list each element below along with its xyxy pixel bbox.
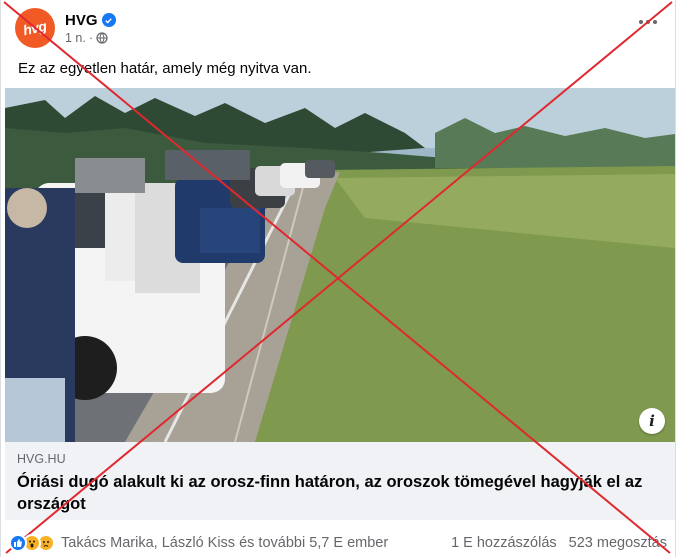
verified-badge-icon (101, 13, 116, 27)
link-domain: HVG.HU (17, 452, 66, 466)
link-preview-card[interactable]: HVG.HU Óriási dugó alakult ki az orosz-f… (5, 442, 675, 520)
reactor-names[interactable]: Takács Marika, László Kiss és további 5,… (61, 535, 388, 551)
globe-icon[interactable] (96, 31, 108, 44)
comment-count[interactable]: 1 E hozzászólás (451, 535, 557, 551)
share-count[interactable]: 523 megosztás (569, 535, 667, 551)
facebook-post: hvg HVG 1 n. · Ez az egyetlen határ, ame… (0, 0, 676, 557)
page-name-link[interactable]: HVG (65, 12, 98, 29)
more-options-icon[interactable] (639, 20, 657, 24)
like-icon (9, 534, 27, 552)
post-timestamp[interactable]: 1 n. (65, 31, 86, 45)
border-traffic-photo (5, 88, 675, 442)
name-row: HVG (65, 12, 116, 29)
page-avatar[interactable]: hvg (15, 8, 55, 48)
info-icon[interactable]: i (639, 408, 665, 434)
post-header: hvg HVG 1 n. · (15, 8, 116, 48)
link-title[interactable]: Óriási dugó alakult ki az orosz-finn hat… (17, 471, 663, 515)
link-preview-image[interactable]: i (5, 88, 675, 442)
reaction-summary[interactable]: Takács Marika, László Kiss és további 5,… (9, 534, 388, 552)
post-footer: Takács Marika, László Kiss és további 5,… (9, 530, 667, 556)
timestamp-row: 1 n. · (65, 31, 116, 45)
separator-dot: · (88, 30, 94, 45)
avatar-logo-text: hvg (21, 17, 49, 39)
post-meta: HVG 1 n. · (65, 12, 116, 45)
engagement-stats: 1 E hozzászólás 523 megosztás (451, 535, 667, 551)
post-text: Ez az egyetlen határ, amely még nyitva v… (18, 60, 312, 77)
